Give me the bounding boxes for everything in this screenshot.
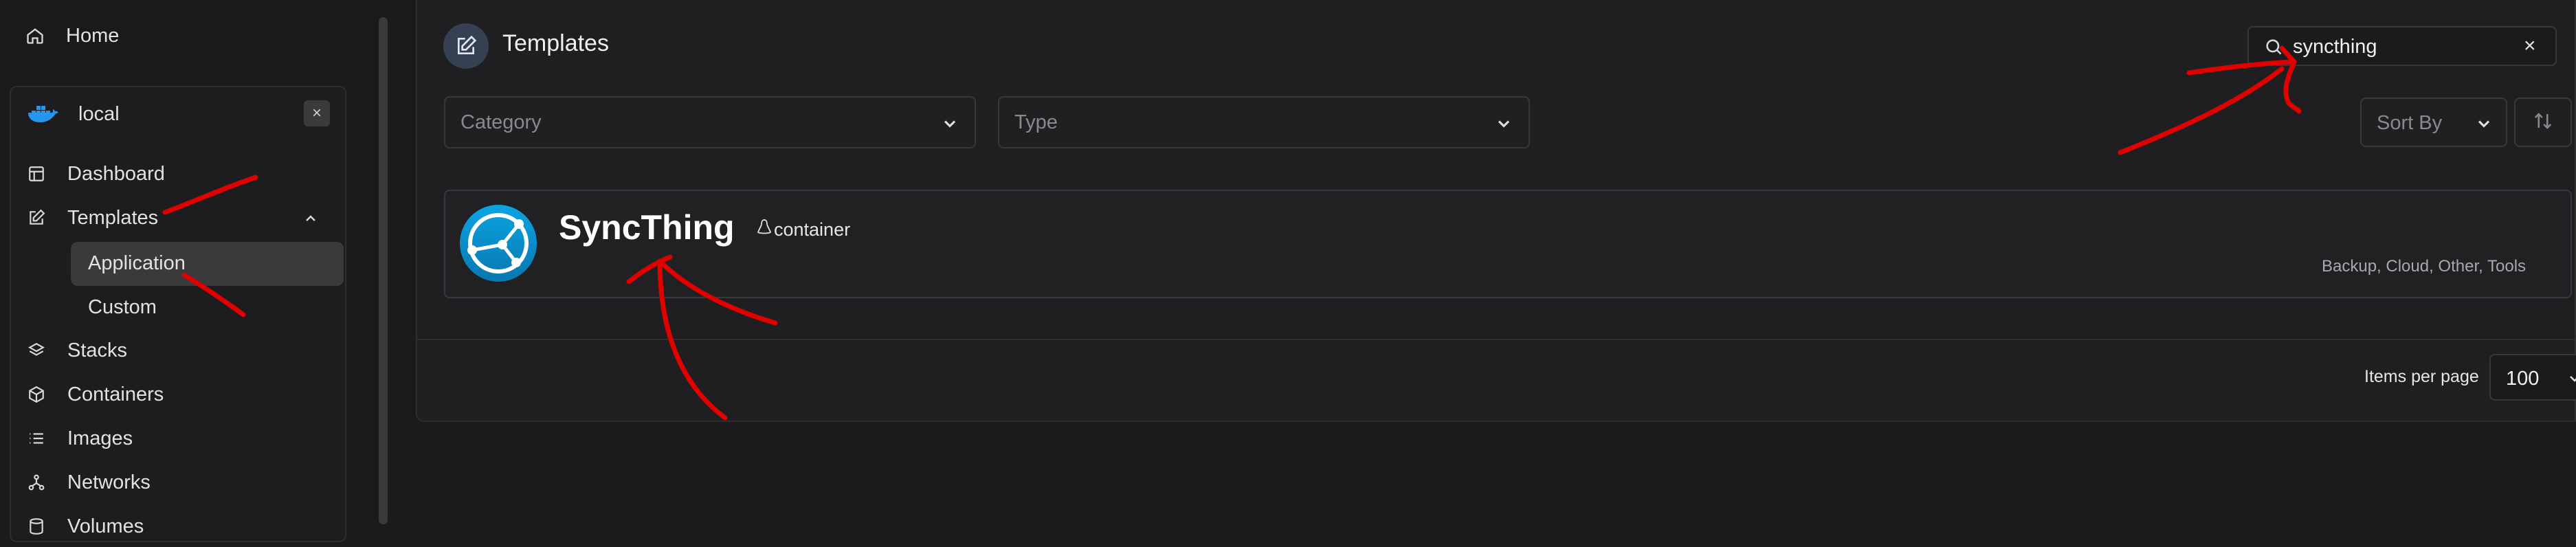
- box-icon: [26, 384, 47, 405]
- template-categories: Backup, Cloud, Other, Tools: [2322, 257, 2527, 276]
- sidebar-item-dashboard[interactable]: Dashboard: [26, 153, 165, 194]
- sort-by-placeholder: Sort By: [2377, 112, 2443, 134]
- sidebar-item-images[interactable]: Images: [26, 418, 133, 459]
- sidebar-item-label: Images: [67, 427, 133, 449]
- sidebar-item-networks[interactable]: Networks: [26, 462, 151, 503]
- type-select[interactable]: Type: [998, 96, 1530, 148]
- sidebar-item-label: Custom: [88, 295, 157, 318]
- chevron-down-icon: [2566, 370, 2576, 390]
- list-icon: [26, 428, 47, 449]
- environment-header[interactable]: local: [27, 93, 120, 135]
- sidebar-item-home[interactable]: Home: [25, 15, 119, 56]
- sidebar-item-templates[interactable]: Templates: [26, 197, 158, 238]
- sidebar-item-label: Home: [66, 24, 120, 47]
- chevron-down-icon: [1494, 114, 1513, 137]
- page-title: Templates: [502, 30, 609, 56]
- sort-arrows-icon: [2533, 111, 2553, 135]
- syncthing-logo-icon: [458, 203, 538, 283]
- environment-name: local: [78, 102, 120, 125]
- close-icon: ×: [311, 104, 322, 122]
- sidebar-item-label: Volumes: [67, 515, 144, 537]
- network-icon: [26, 472, 47, 493]
- template-name: SyncThing: [559, 208, 735, 247]
- sidebar-item-custom[interactable]: Custom: [88, 287, 157, 328]
- items-per-page-label: Items per page: [2364, 367, 2479, 386]
- divider: [417, 339, 2576, 340]
- sidebar-item-stacks[interactable]: Stacks: [26, 330, 127, 371]
- chevron-down-icon: [2474, 114, 2494, 137]
- chevron-up-icon[interactable]: [302, 210, 319, 230]
- items-per-page-select[interactable]: 100: [2489, 354, 2576, 401]
- edit-icon: [443, 23, 489, 69]
- category-select[interactable]: Category: [444, 96, 976, 148]
- type-placeholder: Type: [1014, 111, 1058, 133]
- template-card[interactable]: [444, 190, 2572, 298]
- sidebar-item-label: Networks: [67, 471, 151, 493]
- sidebar-item-label: Application: [88, 252, 186, 274]
- template-type: container: [774, 219, 851, 240]
- items-per-page-value: 100: [2506, 368, 2540, 390]
- sort-by-select[interactable]: Sort By: [2360, 98, 2507, 147]
- search-icon: [2264, 37, 2283, 60]
- layers-icon: [26, 340, 47, 361]
- linux-icon: [756, 219, 773, 241]
- chevron-down-icon: [940, 114, 959, 137]
- sort-direction-button[interactable]: [2514, 98, 2572, 147]
- sidebar-item-label: Stacks: [67, 339, 128, 361]
- edit-icon: [26, 208, 47, 228]
- sidebar-item-label: Containers: [67, 383, 164, 405]
- sidebar-item-application[interactable]: Application: [88, 243, 186, 284]
- sidebar: Home local × Dashboard Templates Applica…: [0, 0, 388, 542]
- search-value: syncthing: [2293, 36, 2377, 58]
- home-icon: [25, 25, 45, 46]
- sidebar-scrollbar[interactable]: [379, 17, 388, 524]
- clear-search-button[interactable]: ×: [2524, 34, 2536, 58]
- sidebar-item-label: Dashboard: [67, 162, 165, 185]
- sidebar-item-label: Templates: [67, 206, 159, 229]
- docker-icon: [27, 104, 59, 124]
- database-icon: [26, 516, 47, 537]
- environment-close-button[interactable]: ×: [304, 100, 330, 126]
- dashboard-icon: [26, 164, 47, 184]
- sidebar-item-volumes[interactable]: Volumes: [26, 506, 144, 547]
- sidebar-item-containers[interactable]: Containers: [26, 374, 164, 415]
- search-input[interactable]: syncthing ×: [2247, 26, 2557, 66]
- template-type-badge: container: [756, 219, 850, 241]
- category-placeholder: Category: [460, 111, 542, 133]
